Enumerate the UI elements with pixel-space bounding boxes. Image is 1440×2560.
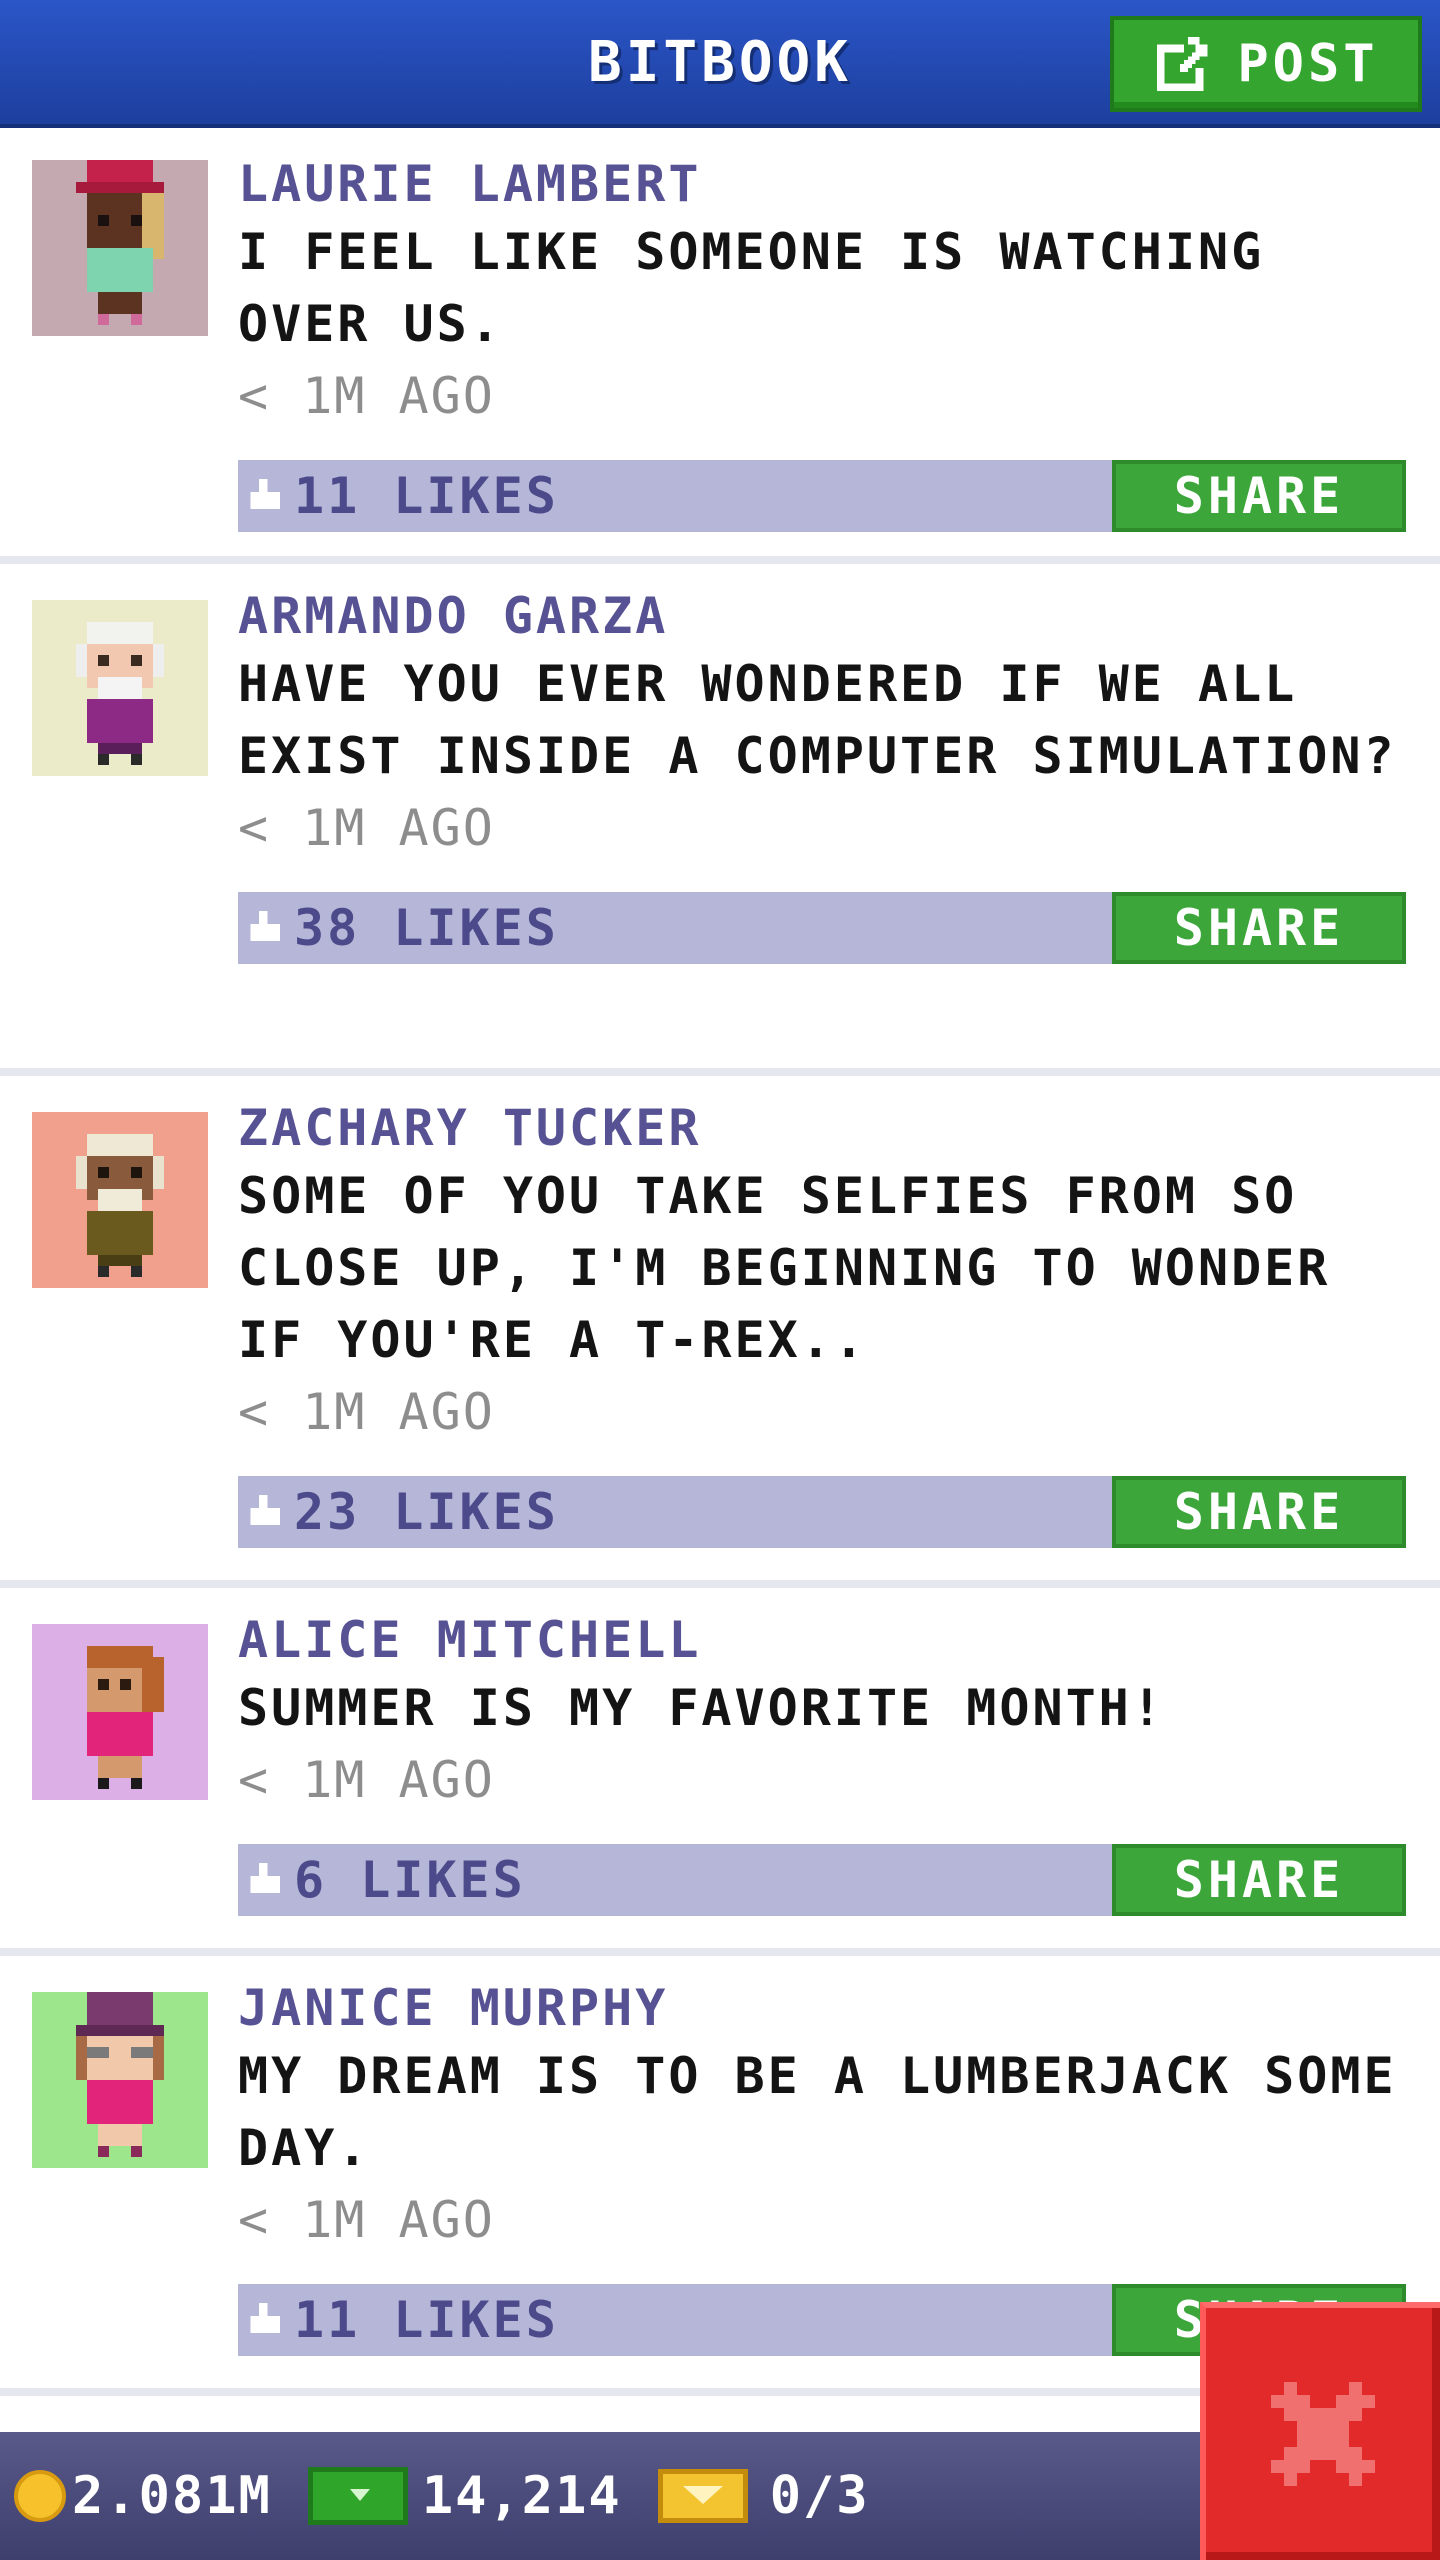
share-button[interactable]: SHARE (1112, 892, 1406, 964)
likes-count: 23 LIKES (294, 1483, 559, 1541)
ticket-icon (657, 2469, 748, 2523)
likes-count: 6 LIKES (294, 1851, 526, 1909)
likes-count: 11 LIKES (294, 2291, 559, 2349)
thumbs-up-icon (238, 892, 288, 964)
post-timestamp: < 1M AGO (238, 799, 495, 857)
share-button[interactable]: SHARE (1112, 460, 1406, 532)
post-card: ALICE MITCHELL SUMMER IS MY FAVORITE MON… (0, 1588, 1440, 1956)
coin-icon (14, 2470, 66, 2522)
thumbs-up-icon (238, 2284, 288, 2356)
post-message: MY DREAM IS TO BE A LUMBERJACK SOME DAY. (238, 2047, 1397, 2177)
like-bar[interactable]: 11 LIKES SHARE (238, 460, 1406, 532)
tickets-value: 0/3 (769, 2466, 870, 2526)
post-card: LAURIE LAMBERT I FEEL LIKE SOMEONE IS WA… (0, 132, 1440, 564)
post-message: SUMMER IS MY FAVORITE MONTH! (238, 1679, 1165, 1737)
coins-display: 2.081M (14, 2466, 272, 2526)
post-timestamp: < 1M AGO (238, 1751, 495, 1809)
post-button-label: POST (1237, 34, 1379, 94)
thumbs-up-icon (238, 460, 288, 532)
post-author: ZACHARY TUCKER (238, 1099, 702, 1157)
edit-icon (1157, 36, 1208, 92)
like-bar[interactable]: 38 LIKES SHARE (238, 892, 1406, 964)
share-button[interactable]: SHARE (1112, 1844, 1406, 1916)
post-feed: LAURIE LAMBERT I FEEL LIKE SOMEONE IS WA… (0, 132, 1440, 2396)
post-timestamp: < 1M AGO (238, 1383, 495, 1441)
post-author: ARMANDO GARZA (238, 587, 669, 645)
post-card: ARMANDO GARZA HAVE YOU EVER WONDERED IF … (0, 564, 1440, 1076)
likes-count: 11 LIKES (294, 467, 559, 525)
cash-display: 14,214 (307, 2466, 622, 2526)
post-author: JANICE MURPHY (238, 1979, 669, 2037)
post-timestamp: < 1M AGO (238, 367, 495, 425)
cash-icon (307, 2467, 408, 2525)
close-button[interactable] (1200, 2302, 1440, 2560)
avatar[interactable] (32, 160, 208, 336)
cash-value: 14,214 (421, 2466, 622, 2526)
post-author: LAURIE LAMBERT (238, 155, 702, 213)
thumbs-up-icon (238, 1844, 288, 1916)
post-card: ZACHARY TUCKER SOME OF YOU TAKE SELFIES … (0, 1076, 1440, 1588)
post-message: SOME OF YOU TAKE SELFIES FROM SO CLOSE U… (238, 1167, 1331, 1369)
thumbs-up-icon (238, 1476, 288, 1548)
app-header: BITBOOK POST (0, 0, 1440, 128)
avatar[interactable] (32, 1992, 208, 2168)
coins-value: 2.081M (72, 2466, 272, 2526)
post-button[interactable]: POST (1110, 16, 1422, 112)
post-timestamp: < 1M AGO (238, 2191, 495, 2249)
like-bar[interactable]: 23 LIKES SHARE (238, 1476, 1406, 1548)
post-message: I FEEL LIKE SOMEONE IS WATCHING OVER US. (238, 223, 1265, 353)
avatar[interactable] (32, 1624, 208, 1800)
share-button[interactable]: SHARE (1112, 1476, 1406, 1548)
close-icon (1271, 2382, 1375, 2486)
likes-count: 38 LIKES (294, 899, 559, 957)
avatar[interactable] (32, 1112, 208, 1288)
avatar[interactable] (32, 600, 208, 776)
tickets-display: 0/3 (657, 2466, 870, 2526)
post-message: HAVE YOU EVER WONDERED IF WE ALL EXIST I… (238, 655, 1397, 785)
post-author: ALICE MITCHELL (238, 1611, 702, 1669)
like-bar[interactable]: 6 LIKES SHARE (238, 1844, 1406, 1916)
